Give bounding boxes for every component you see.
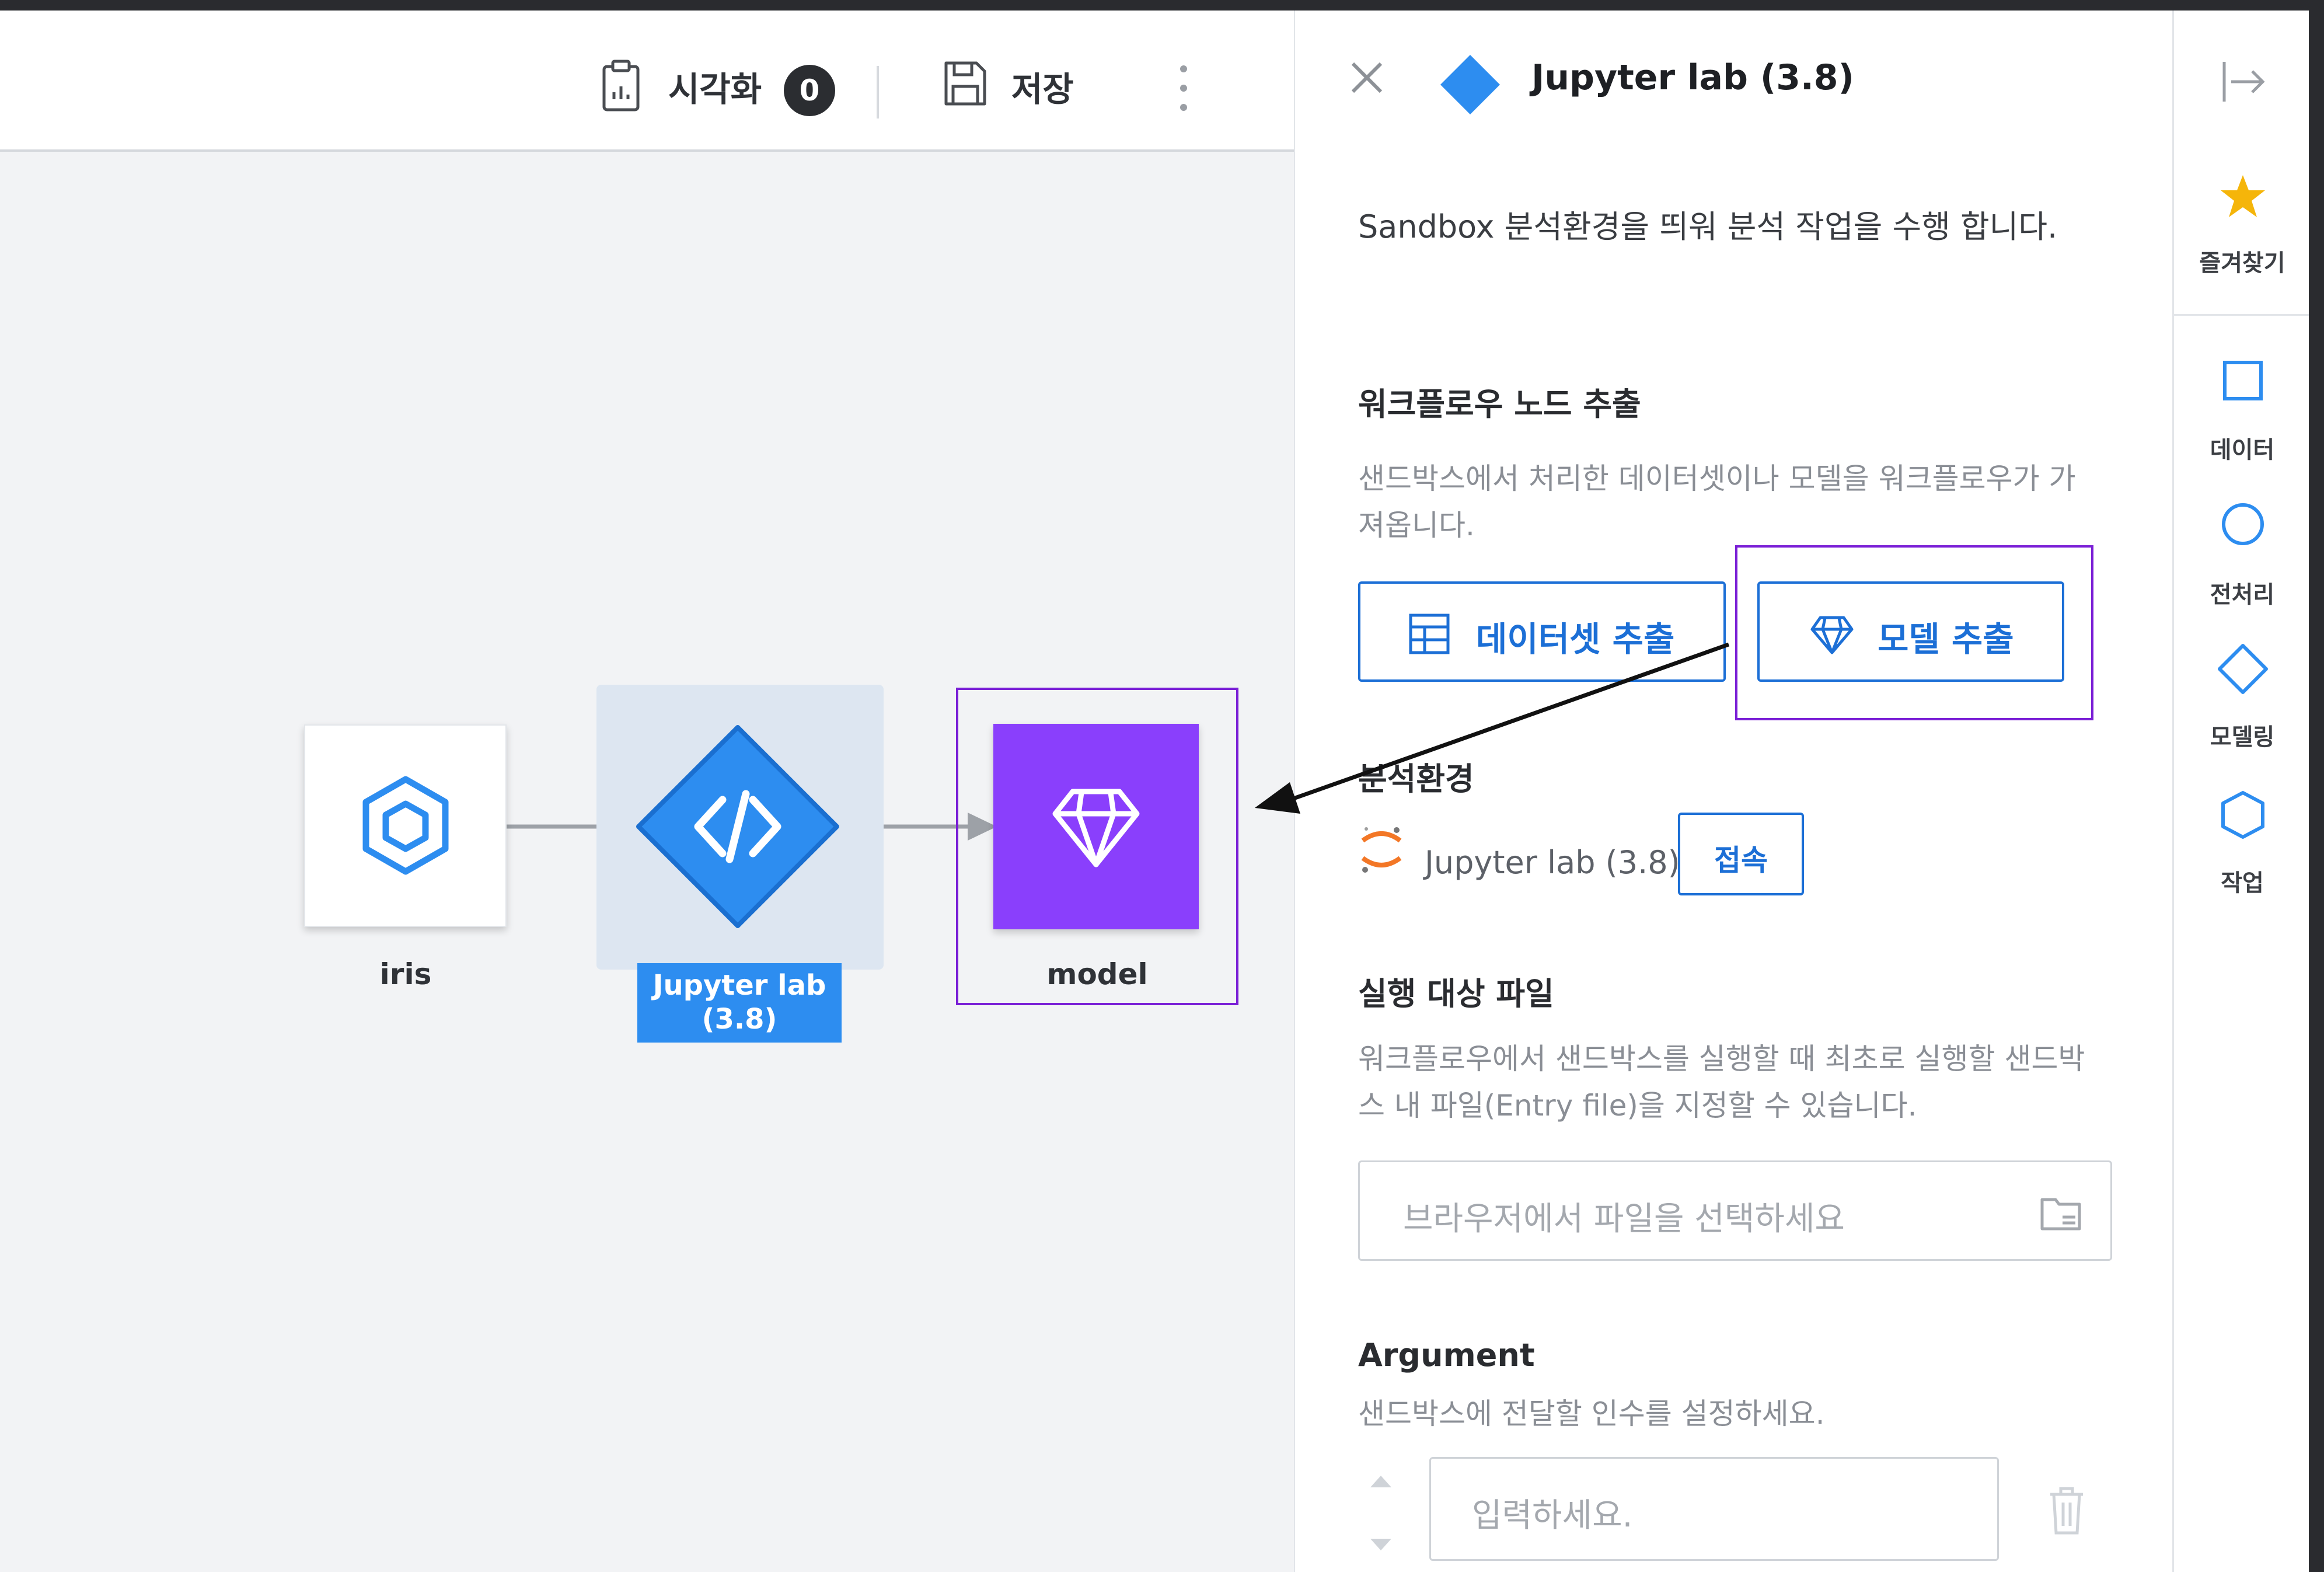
rail-divider — [2174, 314, 2311, 316]
diamond-modeling-icon[interactable] — [2217, 643, 2269, 695]
collapse-panel-icon[interactable] — [2221, 58, 2267, 105]
rail-data-label: 데이터 — [2210, 437, 2275, 463]
right-dark-edge — [2309, 0, 2324, 1572]
rail-modeling-label: 모델링 — [2210, 724, 2275, 751]
rail-job-label: 작업 — [2221, 870, 2264, 897]
star-icon[interactable] — [2220, 173, 2266, 219]
rail-preprocess-label: 전처리 — [2210, 581, 2275, 608]
rail-favorites-label: 즐겨찾기 — [2199, 250, 2285, 277]
circle-preprocess-icon[interactable] — [2221, 502, 2265, 546]
node-palette-rail: 즐겨찾기 데이터 전처리 모델링 작업 — [2172, 11, 2311, 1572]
annotation-arrow — [1255, 642, 1730, 814]
hexagon-job-icon[interactable] — [2220, 790, 2266, 839]
square-data-icon[interactable] — [2222, 360, 2264, 402]
